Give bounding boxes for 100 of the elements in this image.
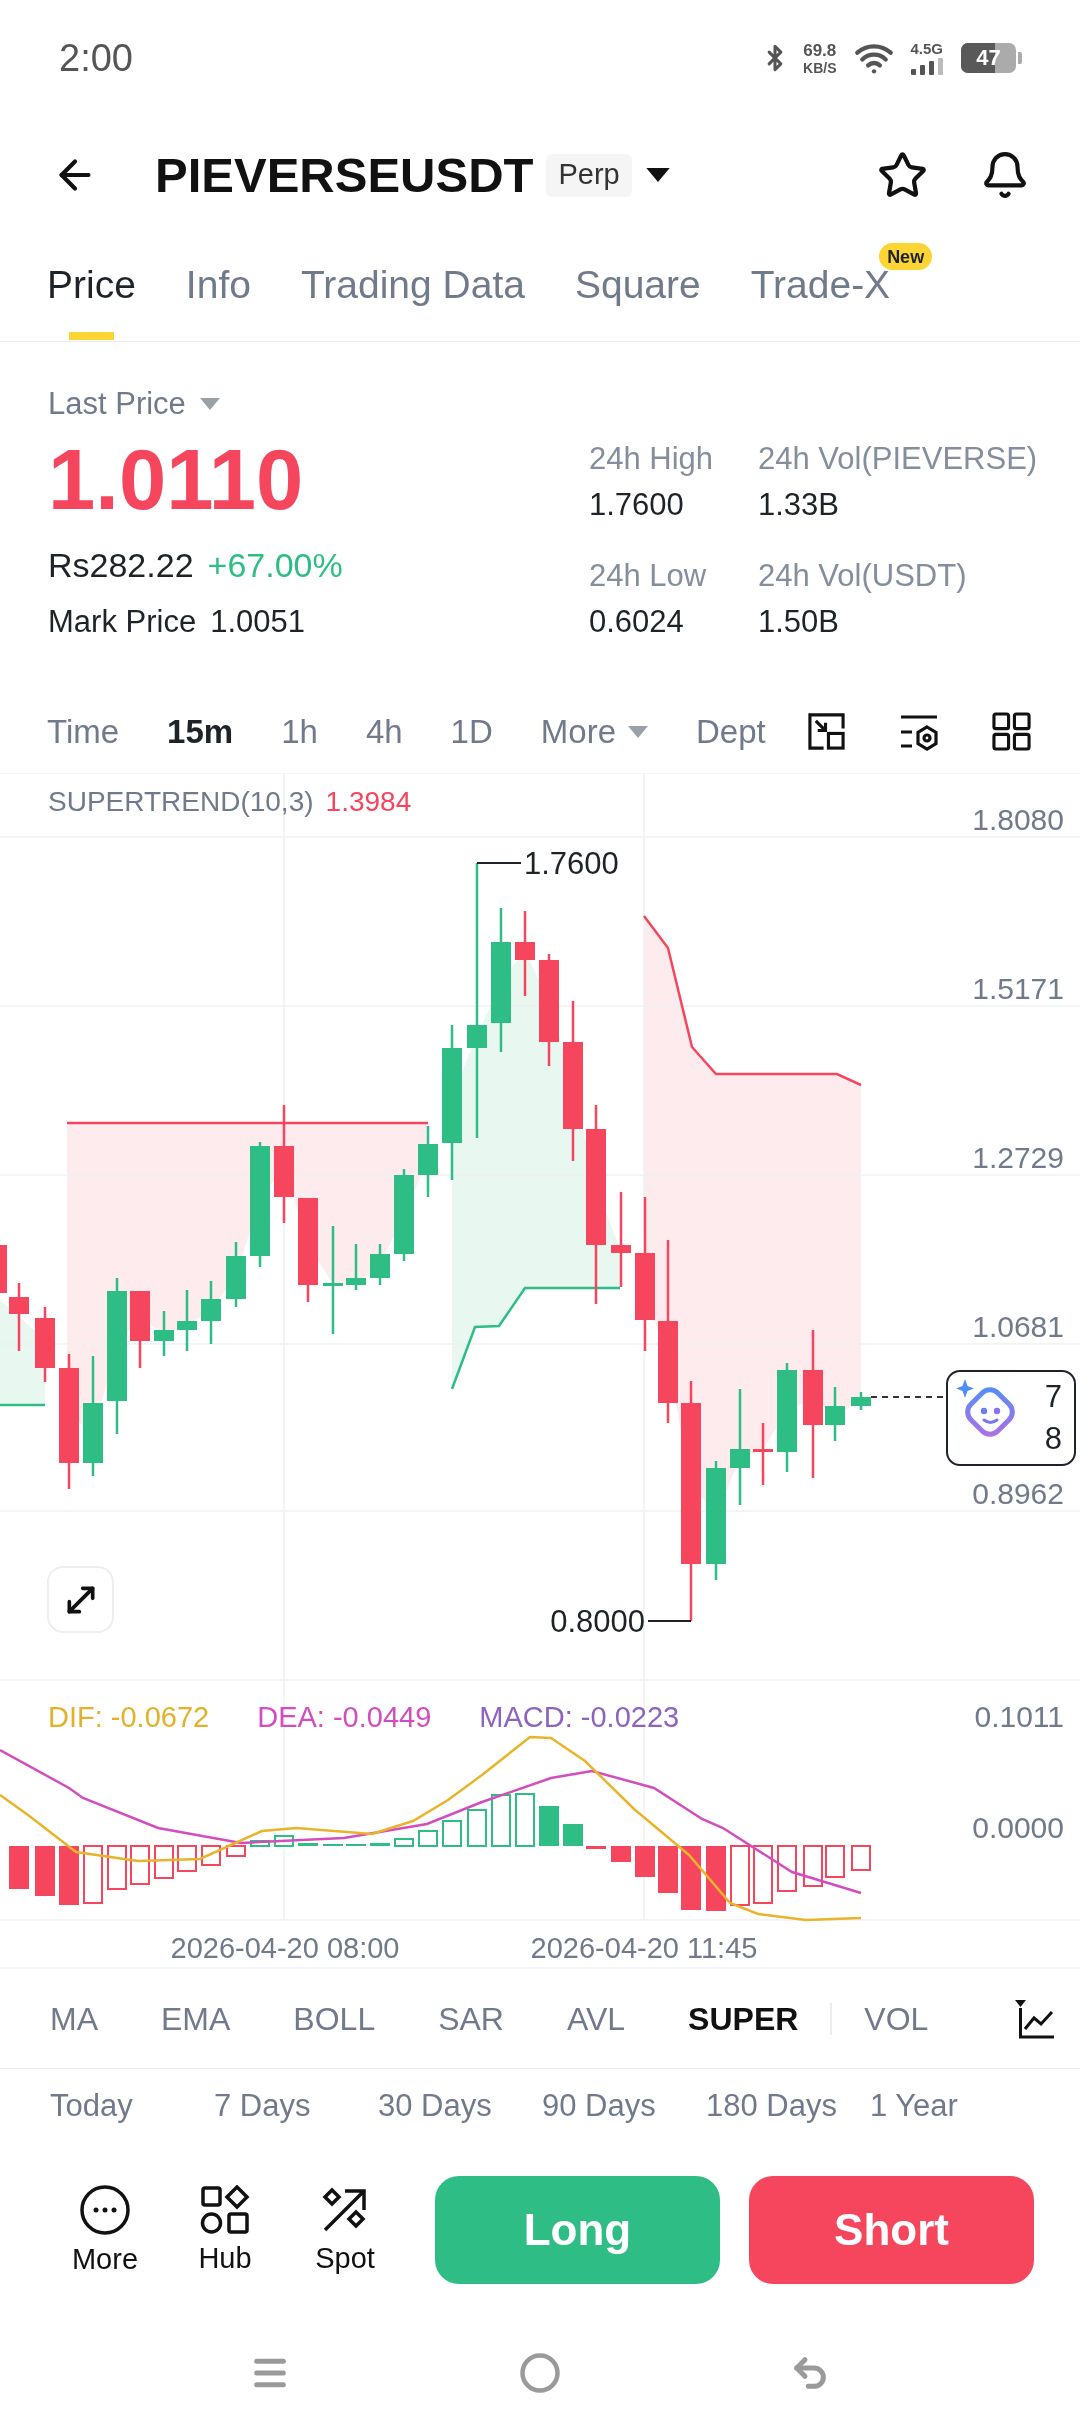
caret-icon [199, 398, 220, 410]
price-axis-label: 0.8962 [972, 1477, 1064, 1510]
price-axis-label: 1.8080 [972, 803, 1064, 836]
macd-value: MACD: -0.0223 [479, 1700, 680, 1734]
action-button[interactable]: More [71, 2184, 139, 2276]
trade-button[interactable]: Long [435, 2176, 720, 2284]
candlestick [0, 1245, 7, 1293]
period-label: 90 Days [542, 2088, 656, 2123]
caret-icon [628, 725, 648, 738]
macd-histogram-bar [274, 1835, 294, 1847]
indicator-tab[interactable]: SAR [438, 1999, 504, 2038]
candlestick [154, 1311, 174, 1356]
more-icon [79, 2184, 131, 2236]
macd-histogram-bar [130, 1845, 150, 1885]
shapes-icon [200, 2185, 250, 2235]
stat-label: 24h High [589, 441, 715, 477]
price-tag-text: 7 [1044, 1378, 1062, 1416]
interval-tab[interactable]: 4h [365, 712, 403, 751]
symbol-title: PIEVERSEUSDT [155, 150, 534, 200]
time-axis-label: 2026-04-20 08:00 [170, 1932, 400, 1964]
period-label: Today [50, 2088, 133, 2123]
mark-price: 1.0051 [210, 604, 305, 640]
macd-histogram-bar [803, 1845, 823, 1887]
price-tag-text: 8 [1044, 1420, 1062, 1458]
contract-badge: Perp [546, 153, 632, 197]
interval-tab[interactable]: 1D [450, 712, 493, 751]
indicator-label: SUPERTREND(10,3) [48, 785, 314, 819]
interval-tab[interactable]: Dept [696, 712, 766, 751]
candlestick [418, 1126, 438, 1197]
tab[interactable]: Price [47, 240, 136, 341]
time-axis-label: 2026-04-20 11:45 [530, 1932, 758, 1964]
indicator-tab[interactable]: EMA [161, 1999, 231, 2038]
action-button[interactable]: Spot [315, 2185, 375, 2275]
macd-histogram-bar [9, 1846, 29, 1889]
dropdown-caret-icon[interactable] [645, 168, 670, 182]
candlestick [753, 1423, 773, 1485]
interval-tab[interactable]: Time [47, 712, 120, 751]
line-chart-icon[interactable] [1013, 1997, 1055, 2040]
low-price-label: 0.8000 [550, 1604, 645, 1639]
candlestick [825, 1387, 845, 1441]
macd-histogram-bar [658, 1846, 678, 1893]
stat-label: 24h Vol(USDT) [758, 558, 968, 594]
macd-histogram-bar [681, 1846, 701, 1910]
tab[interactable]: Trade-X New [750, 240, 933, 341]
macd-histogram-bar [226, 1845, 246, 1857]
macd-histogram-bar [370, 1843, 390, 1846]
macd-histogram-bar [539, 1806, 559, 1846]
macd-histogram-bar [515, 1793, 535, 1847]
trade-button[interactable]: Short [749, 2176, 1034, 2284]
fiat-price: Rs282.22 [48, 545, 194, 585]
stat-label: 24h Vol(PIEVERSE) [758, 441, 1038, 477]
mark-price-label: Mark Price [48, 604, 197, 640]
arrow-box-icon[interactable] [807, 712, 846, 751]
tab[interactable]: Square [574, 240, 701, 341]
period-label: 7 Days [214, 2088, 311, 2123]
indicator-tab[interactable]: AVL [566, 1999, 626, 2038]
indicator-tab[interactable]: VOL [864, 1999, 929, 2038]
home-icon[interactable] [520, 2353, 560, 2393]
macd-histogram-bar [467, 1809, 487, 1847]
macd-histogram-bar [851, 1845, 871, 1871]
price-axis-label: 1.2729 [972, 1141, 1064, 1174]
macd-histogram-bar [825, 1845, 845, 1878]
grid-icon[interactable] [992, 712, 1031, 751]
candlestick [177, 1290, 197, 1351]
indicator-tab[interactable]: SUPER [688, 1999, 799, 2038]
period-label: 30 Days [378, 2088, 492, 2123]
macd-histogram-bar [706, 1846, 726, 1911]
macd-histogram-bar [586, 1846, 606, 1849]
macd-histogram-bar [298, 1843, 318, 1846]
leader-line [647, 1620, 692, 1622]
tab[interactable]: Info [185, 240, 251, 341]
period-label: 180 Days [706, 2088, 837, 2123]
macd-histogram-bar [418, 1830, 438, 1847]
interval-tab[interactable]: 1h [281, 712, 318, 751]
new-badge: New [879, 243, 933, 270]
macd-histogram-bar [35, 1846, 55, 1896]
tab[interactable]: Trading Data [300, 240, 525, 341]
interval-tab[interactable]: 15m [167, 712, 234, 751]
supertrend-line [0, 1403, 45, 1407]
candlestick [9, 1283, 29, 1351]
high-price-label: 1.7600 [524, 846, 619, 881]
macd-histogram-bar [753, 1845, 773, 1904]
action-button[interactable]: Hub [198, 2185, 252, 2275]
macd-histogram-bar [635, 1846, 655, 1877]
stat-value: 1.50B [758, 604, 840, 640]
stat-value: 0.6024 [589, 604, 685, 640]
network-speed-unit: KB/S [803, 60, 837, 75]
macd-histogram-bar [250, 1840, 270, 1847]
macd-histogram-bar [107, 1845, 127, 1890]
macd-axis-label: 0.0000 [972, 1811, 1064, 1844]
macd-histogram-bar [563, 1824, 583, 1846]
fullscreen-button[interactable] [47, 1566, 114, 1633]
candlestick [201, 1281, 221, 1344]
price-type-dropdown[interactable]: Last Price [48, 386, 220, 422]
macd-histogram-bar [611, 1846, 631, 1862]
price-axis-label: 1.5171 [972, 972, 1064, 1005]
indicator-tab[interactable]: BOLL [293, 1999, 376, 2038]
indicator-tab[interactable]: MA [50, 1999, 98, 2038]
interval-tab[interactable]: More [540, 712, 648, 751]
macd-histogram-bar [491, 1794, 511, 1847]
